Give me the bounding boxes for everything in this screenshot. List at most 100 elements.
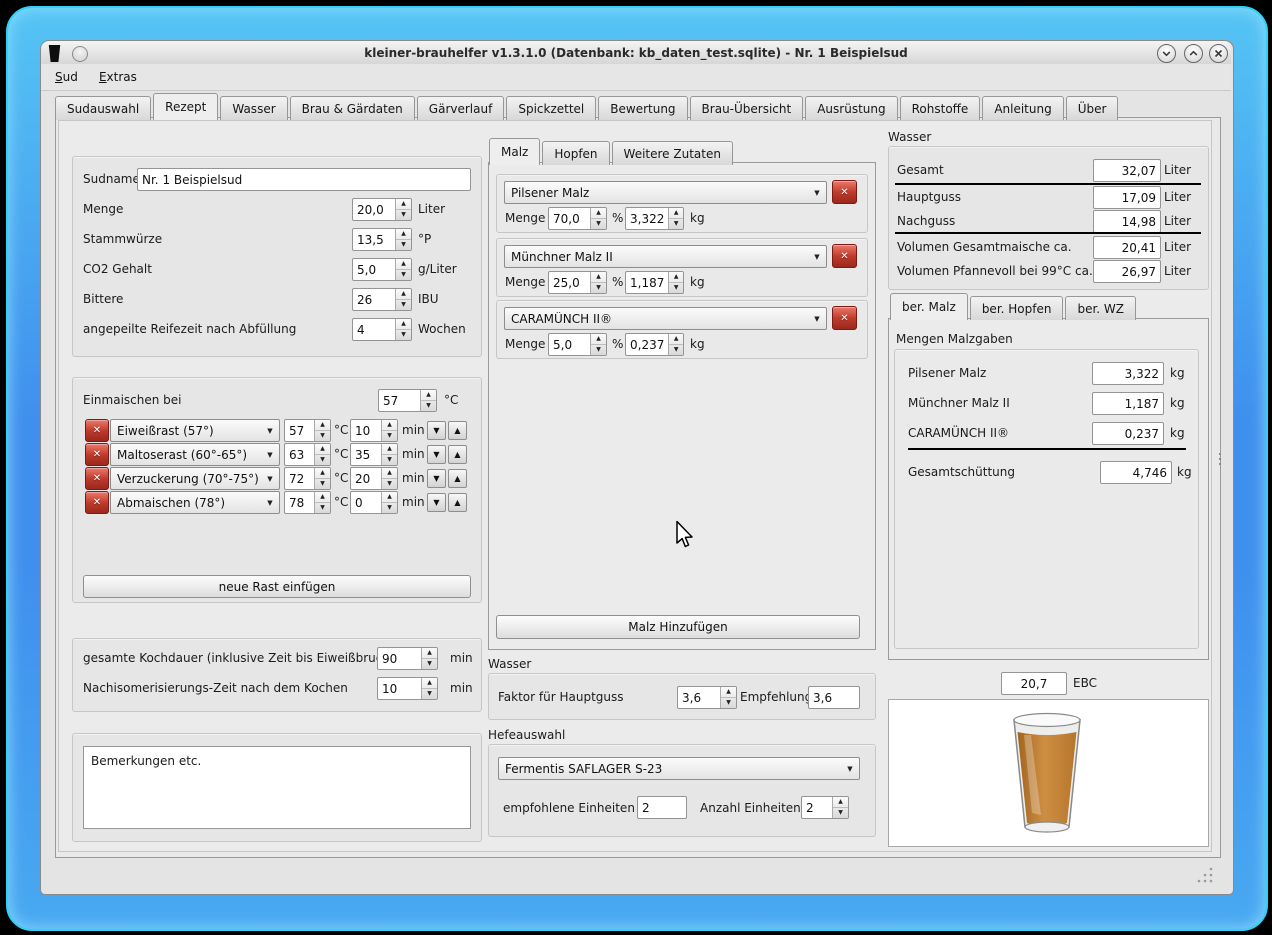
menu-extras[interactable]: Extras: [91, 64, 145, 84]
close-button[interactable]: [1209, 44, 1228, 63]
spin-down-icon[interactable]: ▼: [669, 344, 683, 355]
splitter-handle[interactable]: [1219, 453, 1221, 465]
tab-ber-hopfen[interactable]: ber. Hopfen: [970, 296, 1064, 320]
menu-sud[interactable]: Sud: [47, 64, 86, 84]
tab-wasser[interactable]: Wasser: [220, 96, 287, 120]
spin-up-icon[interactable]: ▲: [315, 492, 330, 502]
delete-rast-button[interactable]: ✕: [85, 419, 109, 442]
spin-down-icon[interactable]: ▼: [422, 658, 437, 669]
spin-up-icon[interactable]: ▲: [421, 390, 436, 400]
rast-temp-spinbox[interactable]: 57 ▲▼: [284, 419, 331, 442]
spin-down-icon[interactable]: ▼: [382, 454, 397, 465]
rast-time-spinbox[interactable]: 35 ▲▼: [350, 443, 398, 466]
spin-up-icon[interactable]: ▲: [669, 334, 683, 344]
spin-up-icon[interactable]: ▲: [721, 687, 736, 697]
spin-down-icon[interactable]: ▼: [382, 502, 397, 513]
spin-down-icon[interactable]: ▼: [833, 807, 848, 818]
tab-ausruestung[interactable]: Ausrüstung: [805, 96, 897, 120]
spin-up-icon[interactable]: ▲: [396, 229, 411, 239]
rast-select[interactable]: Maltoserast (60°-65°) ▼: [110, 443, 280, 466]
rast-temp-spinbox[interactable]: 72 ▲▼: [284, 467, 331, 490]
delete-malt-button[interactable]: ✕: [832, 244, 857, 268]
tab-ber-wz[interactable]: ber. WZ: [1065, 296, 1136, 320]
move-up-button[interactable]: ▲: [448, 421, 467, 440]
spin-down-icon[interactable]: ▼: [591, 282, 606, 293]
einmaischen-spinbox[interactable]: 57 ▲▼: [378, 389, 437, 412]
spin-up-icon[interactable]: ▲: [669, 208, 683, 218]
spin-down-icon[interactable]: ▼: [669, 218, 683, 229]
spin-up-icon[interactable]: ▲: [396, 259, 411, 269]
delete-rast-button[interactable]: ✕: [85, 491, 109, 514]
malt-kg-spinbox[interactable]: 1,187 ▲▼: [625, 271, 684, 294]
rast-time-spinbox[interactable]: 20 ▲▼: [350, 467, 398, 490]
tab-sudauswahl[interactable]: Sudauswahl: [55, 96, 151, 120]
add-rast-button[interactable]: neue Rast einfügen: [83, 575, 471, 598]
spin-up-icon[interactable]: ▲: [382, 444, 397, 454]
move-down-button[interactable]: ▼: [427, 493, 446, 512]
move-down-button[interactable]: ▼: [427, 469, 446, 488]
malt-percent-spinbox[interactable]: 70,0 ▲▼: [548, 207, 607, 230]
tab-malz[interactable]: Malz: [489, 138, 540, 165]
spin-down-icon[interactable]: ▼: [591, 344, 606, 355]
rast-select[interactable]: Verzuckerung (70°-75°) ▼: [110, 467, 280, 490]
spin-down-icon[interactable]: ▼: [422, 688, 437, 699]
notes-textarea[interactable]: Bemerkungen etc.: [83, 746, 471, 829]
sudname-input[interactable]: Nr. 1 Beispielsud: [137, 168, 471, 191]
delete-rast-button[interactable]: ✕: [85, 467, 109, 490]
spin-up-icon[interactable]: ▲: [315, 420, 330, 430]
malt-select[interactable]: Pilsener Malz ▼: [504, 181, 827, 204]
co2-spinbox[interactable]: 5,0 ▲▼: [352, 258, 412, 281]
bittere-spinbox[interactable]: 26 ▲▼: [352, 288, 412, 311]
spin-up-icon[interactable]: ▲: [591, 272, 606, 282]
spin-down-icon[interactable]: ▼: [396, 299, 411, 310]
spin-down-icon[interactable]: ▼: [421, 400, 436, 411]
kochdauer-spinbox[interactable]: 90 ▲▼: [377, 647, 438, 670]
anzahl-einheiten-spinbox[interactable]: 2 ▲▼: [801, 796, 849, 819]
tab-ber-malz[interactable]: ber. Malz: [890, 293, 968, 320]
spin-up-icon[interactable]: ▲: [396, 289, 411, 299]
tab-weitere-zutaten[interactable]: Weitere Zutaten: [612, 141, 733, 165]
rast-select[interactable]: Abmaischen (78°) ▼: [110, 491, 280, 514]
spin-up-icon[interactable]: ▲: [396, 199, 411, 209]
spin-down-icon[interactable]: ▼: [591, 218, 606, 229]
spin-up-icon[interactable]: ▲: [396, 319, 411, 329]
spin-up-icon[interactable]: ▲: [591, 208, 606, 218]
malt-select[interactable]: CARAMÜNCH II® ▼: [504, 307, 827, 330]
rast-temp-spinbox[interactable]: 63 ▲▼: [284, 443, 331, 466]
spin-up-icon[interactable]: ▲: [833, 797, 848, 807]
move-up-button[interactable]: ▲: [448, 445, 467, 464]
menge-spinbox[interactable]: 20,0 ▲▼: [352, 198, 412, 221]
tab-brau-gaerdaten[interactable]: Brau & Gärdaten: [290, 96, 415, 120]
spin-down-icon[interactable]: ▼: [315, 454, 330, 465]
add-malt-button[interactable]: Malz Hinzufügen: [496, 615, 860, 639]
tab-brau-uebersicht[interactable]: Brau-Übersicht: [690, 96, 804, 120]
move-down-button[interactable]: ▼: [427, 445, 446, 464]
resize-grip[interactable]: [1194, 864, 1216, 886]
minimize-button[interactable]: [1157, 44, 1176, 63]
tab-anleitung[interactable]: Anleitung: [982, 96, 1063, 120]
move-up-button[interactable]: ▲: [448, 469, 467, 488]
spin-up-icon[interactable]: ▲: [382, 492, 397, 502]
spin-down-icon[interactable]: ▼: [315, 502, 330, 513]
tab-bewertung[interactable]: Bewertung: [598, 96, 687, 120]
spin-down-icon[interactable]: ▼: [721, 697, 736, 708]
spin-up-icon[interactable]: ▲: [315, 444, 330, 454]
tab-rohstoffe[interactable]: Rohstoffe: [900, 96, 981, 120]
spin-down-icon[interactable]: ▼: [396, 209, 411, 220]
tab-ueber[interactable]: Über: [1066, 96, 1119, 120]
reifezeit-spinbox[interactable]: 4 ▲▼: [352, 318, 412, 341]
spin-up-icon[interactable]: ▲: [591, 334, 606, 344]
malt-percent-spinbox[interactable]: 25,0 ▲▼: [548, 271, 607, 294]
move-down-button[interactable]: ▼: [427, 421, 446, 440]
tab-hopfen[interactable]: Hopfen: [542, 141, 609, 165]
spin-down-icon[interactable]: ▼: [396, 269, 411, 280]
malt-kg-spinbox[interactable]: 0,237 ▲▼: [625, 333, 684, 356]
rast-time-spinbox[interactable]: 10 ▲▼: [350, 419, 398, 442]
spin-up-icon[interactable]: ▲: [669, 272, 683, 282]
spin-up-icon[interactable]: ▲: [382, 468, 397, 478]
rast-time-spinbox[interactable]: 0 ▲▼: [350, 491, 398, 514]
spin-up-icon[interactable]: ▲: [315, 468, 330, 478]
rast-select[interactable]: Eiweißrast (57°) ▼: [110, 419, 280, 442]
hefe-select[interactable]: Fermentis SAFLAGER S-23 ▼: [498, 757, 860, 780]
spin-up-icon[interactable]: ▲: [422, 678, 437, 688]
